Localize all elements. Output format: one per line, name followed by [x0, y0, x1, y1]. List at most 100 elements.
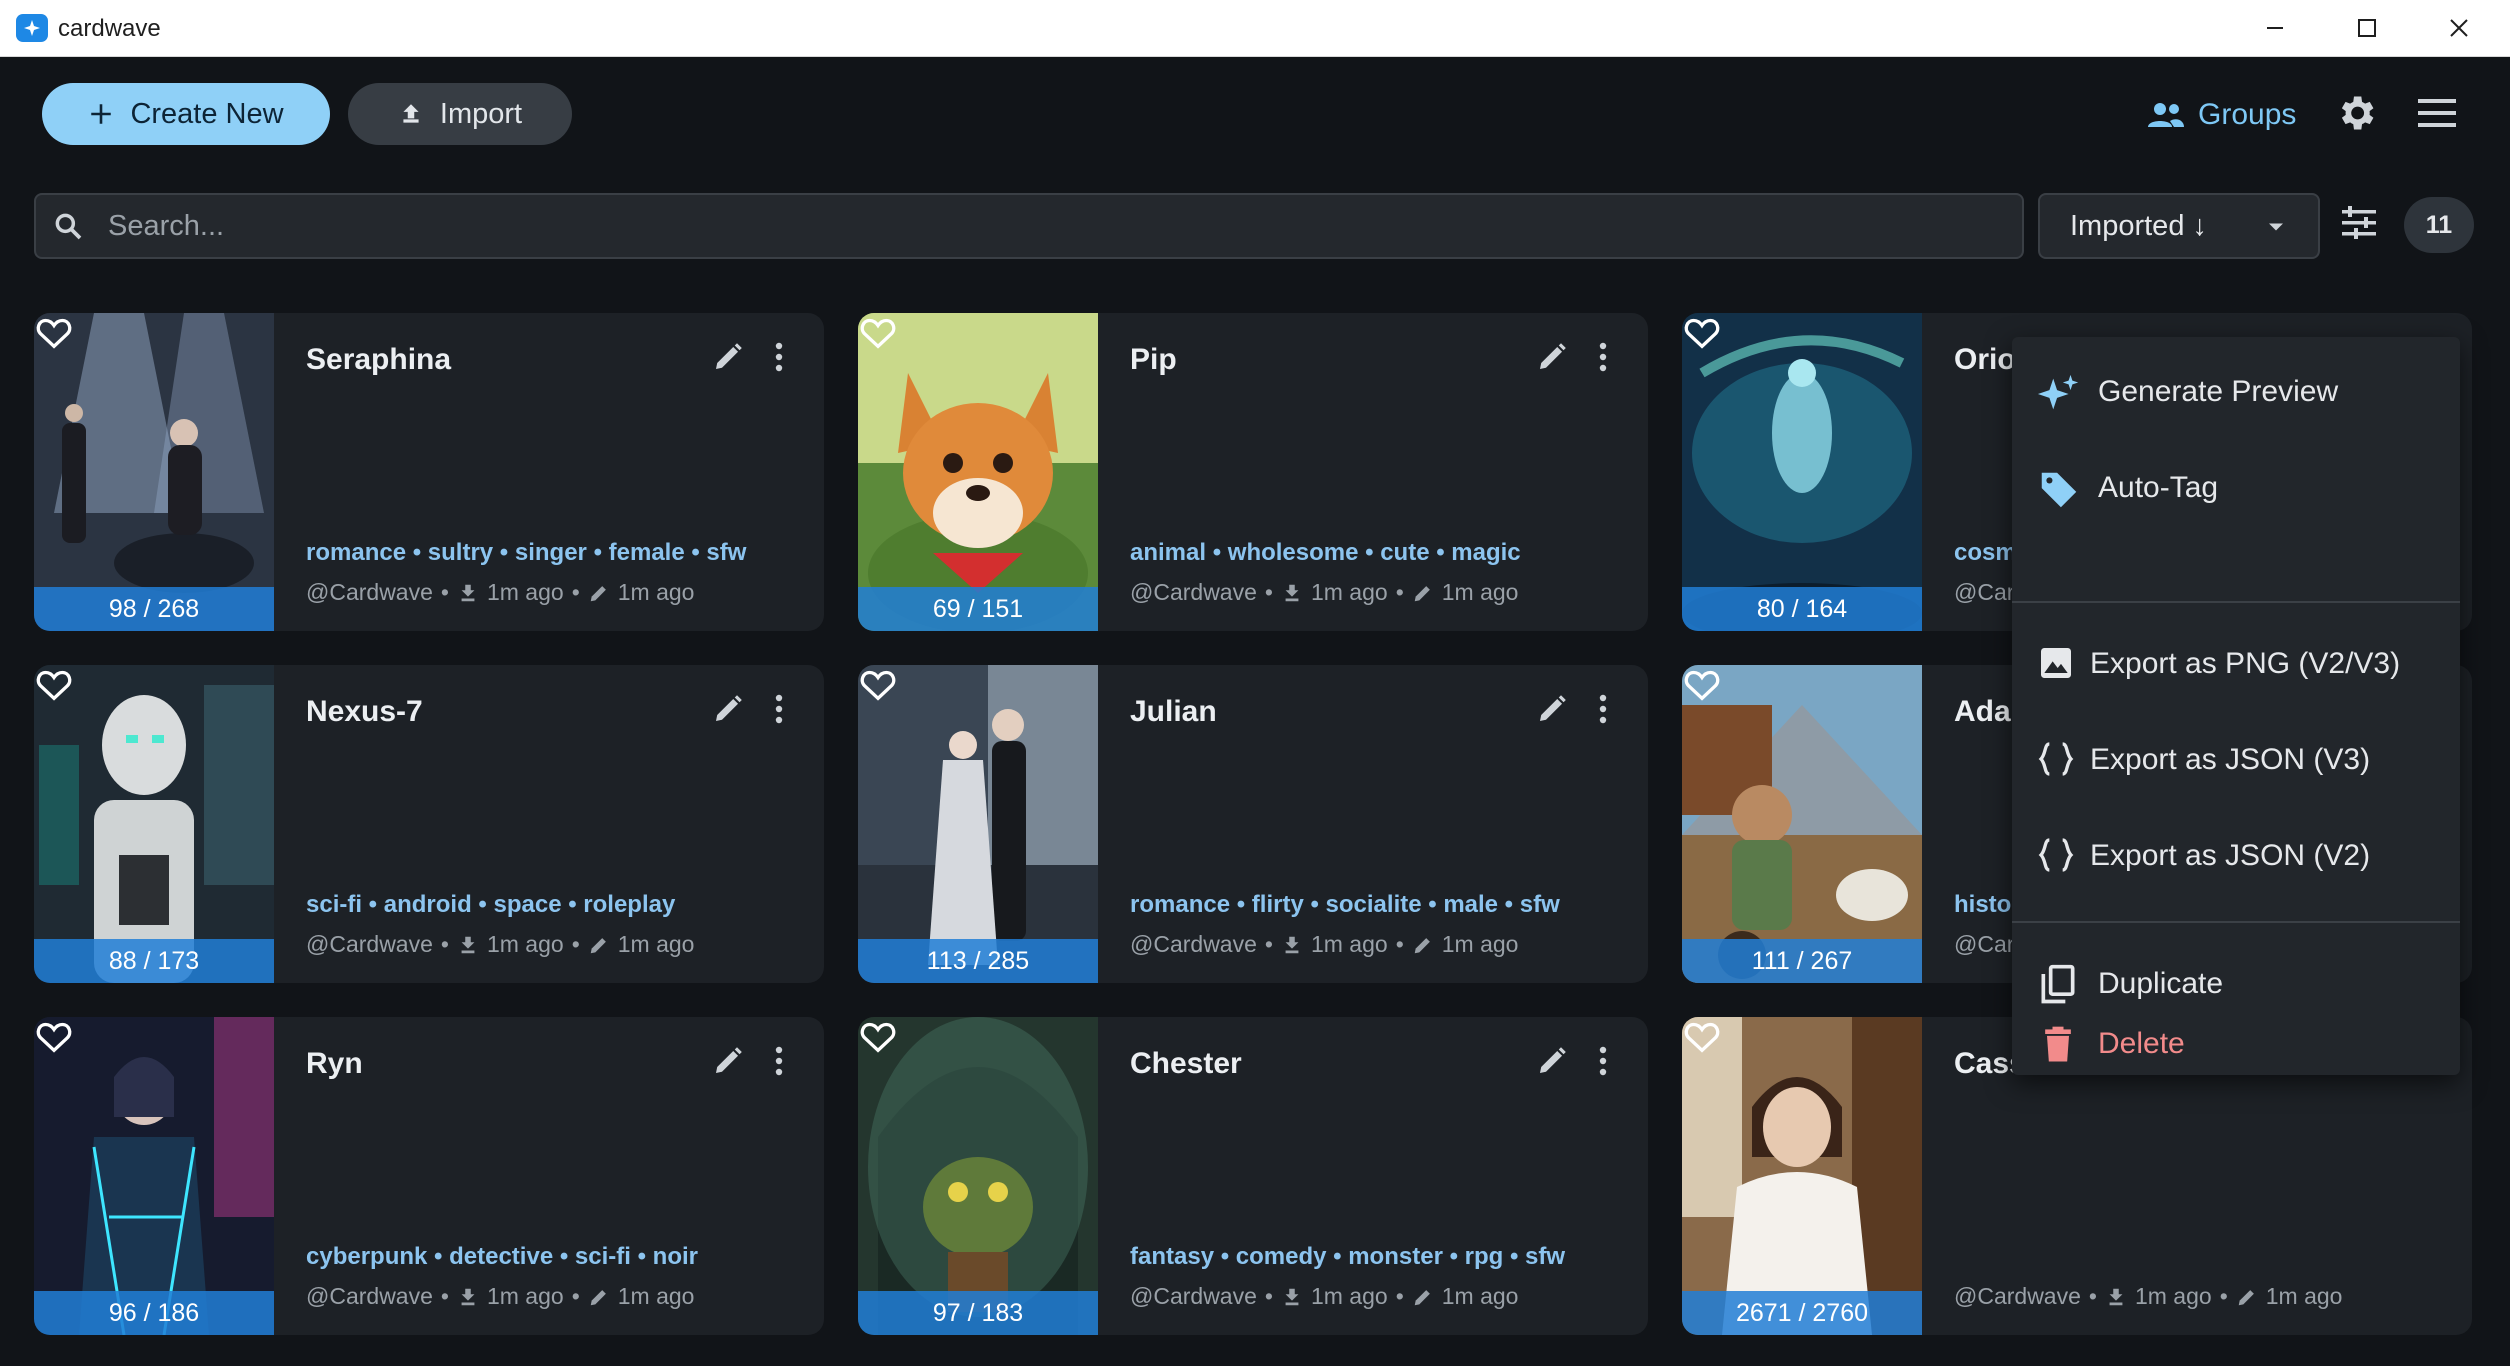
download-icon [2109, 1288, 2123, 1305]
card-author: @Car [1954, 579, 2015, 605]
card-image [858, 313, 1098, 631]
favorite-heart-icon[interactable] [34, 1017, 74, 1057]
groups-icon [2148, 103, 2184, 127]
favorite-heart-icon[interactable] [34, 665, 74, 705]
card-image [34, 665, 274, 983]
favorite-heart-icon[interactable] [858, 313, 898, 353]
favorite-heart-icon[interactable] [858, 1017, 898, 1057]
menu-item-export-json-v3[interactable]: Export as JSON (V3) [2012, 713, 2460, 809]
more-vert-icon[interactable] [772, 691, 786, 727]
edit-pencil-icon[interactable] [1534, 691, 1570, 727]
separator: • [1264, 1283, 1273, 1309]
more-vert-icon[interactable] [772, 1043, 786, 1079]
card-author: @Cardwave [306, 931, 433, 957]
card-tags: animal • wholesome • cute • magic [1130, 539, 1521, 566]
separator: • [571, 579, 580, 605]
menu-item-export-png[interactable]: Export as PNG (V2/V3) [2012, 617, 2460, 713]
app-main: Create New Import Groups Imported ↓ 11 [0, 57, 2510, 1366]
favorite-heart-icon[interactable] [1682, 313, 1722, 353]
character-card[interactable]: 113 / 285 Julian romance • flirty • soci… [858, 665, 1648, 983]
token-count: 111 / 267 [1682, 939, 1922, 983]
card-thumbnail[interactable]: 97 / 183 [858, 1017, 1098, 1335]
maximize-button[interactable] [2322, 0, 2412, 56]
token-count: 96 / 186 [34, 1291, 274, 1335]
character-card[interactable]: 96 / 186 Ryn cyberpunk • detective • sci… [34, 1017, 824, 1335]
card-downloaded: 1m ago [486, 579, 564, 605]
token-count: 97 / 183 [858, 1291, 1098, 1335]
pencil-icon [1414, 585, 1430, 601]
card-edited: 1m ago [1441, 1283, 1519, 1309]
card-edited: 1m ago [1441, 931, 1519, 957]
card-edited: 1m ago [2265, 1283, 2343, 1309]
pencil-icon [590, 937, 606, 953]
more-vert-icon[interactable] [1596, 691, 1610, 727]
favorite-heart-icon[interactable] [34, 313, 74, 353]
card-thumbnail[interactable]: 98 / 268 [34, 313, 274, 631]
edit-pencil-icon[interactable] [1534, 339, 1570, 375]
token-count: 98 / 268 [34, 587, 274, 631]
menu-item-generate-preview[interactable]: Generate Preview [2012, 345, 2460, 441]
card-author: @Cardwave [1130, 579, 1257, 605]
more-vert-icon[interactable] [1596, 1043, 1610, 1079]
separator: • [2088, 1283, 2097, 1309]
card-thumbnail[interactable]: 80 / 164 [1682, 313, 1922, 631]
card-thumbnail[interactable]: 113 / 285 [858, 665, 1098, 983]
card-downloaded: 1m ago [1310, 931, 1388, 957]
hamburger-menu-icon[interactable] [2416, 95, 2458, 131]
copy-icon [2041, 964, 2075, 1004]
card-meta: @Cardwave • 1m ago • 1m ago [1954, 1283, 2342, 1310]
card-thumbnail[interactable]: 96 / 186 [34, 1017, 274, 1335]
card-name: Ada [1954, 695, 2011, 728]
window-title: cardwave [58, 15, 161, 42]
card-author: @Cardwave [1130, 931, 1257, 957]
chevron-down-icon [2269, 223, 2283, 231]
gear-icon[interactable] [2334, 91, 2378, 135]
more-vert-icon[interactable] [1596, 339, 1610, 375]
character-card[interactable]: 69 / 151 Pip animal • wholesome • cute •… [858, 313, 1648, 631]
card-edited: 1m ago [617, 1283, 695, 1309]
download-icon [461, 1288, 475, 1305]
favorite-heart-icon[interactable] [858, 665, 898, 705]
card-author: @Cardwave [306, 579, 433, 605]
window-titlebar: cardwave [0, 0, 2510, 57]
card-thumbnail[interactable]: 69 / 151 [858, 313, 1098, 631]
character-card[interactable]: 88 / 173 Nexus-7 sci-fi • android • spac… [34, 665, 824, 983]
card-thumbnail[interactable]: 111 / 267 [1682, 665, 1922, 983]
create-new-label: Create New [130, 97, 284, 130]
create-new-button[interactable]: Create New [42, 83, 330, 145]
favorite-heart-icon[interactable] [1682, 1017, 1722, 1057]
add-icon [91, 104, 112, 124]
card-name: Julian [1130, 695, 1217, 728]
minimize-button[interactable] [2230, 0, 2320, 56]
more-vert-icon[interactable] [772, 339, 786, 375]
card-name: Seraphina [306, 343, 452, 376]
close-window-button[interactable] [2414, 0, 2504, 56]
edit-pencil-icon[interactable] [710, 691, 746, 727]
card-context-menu: Generate Preview Auto-Tag Export as PNG … [2012, 337, 2460, 1075]
minimize-icon [2267, 27, 2283, 29]
groups-button[interactable]: Groups [2146, 93, 2296, 137]
edit-pencil-icon[interactable] [1534, 1043, 1570, 1079]
card-count-badge[interactable]: 11 [2404, 197, 2474, 253]
download-icon [1285, 584, 1299, 601]
token-count: 69 / 151 [858, 587, 1098, 631]
favorite-heart-icon[interactable] [1682, 665, 1722, 705]
card-thumbnail[interactable]: 2671 / 2760 [1682, 1017, 1922, 1335]
character-card[interactable]: 97 / 183 Chester fantasy • comedy • mons… [858, 1017, 1648, 1335]
card-image [34, 1017, 274, 1335]
card-downloaded: 1m ago [486, 931, 564, 957]
close-icon [2450, 19, 2468, 37]
edit-pencil-icon[interactable] [710, 339, 746, 375]
character-card[interactable]: 98 / 268 Seraphina romance • sultry • si… [34, 313, 824, 631]
filter-tune-icon[interactable] [2340, 205, 2378, 241]
sort-select[interactable]: Imported ↓ [2038, 193, 2320, 259]
card-thumbnail[interactable]: 88 / 173 [34, 665, 274, 983]
braces-icon [2038, 742, 2074, 776]
edit-pencil-icon[interactable] [710, 1043, 746, 1079]
search-input[interactable] [106, 203, 1990, 249]
import-button[interactable]: Import [348, 83, 572, 145]
menu-item-delete[interactable]: Delete [2012, 1017, 2460, 1073]
image-icon [2041, 648, 2071, 678]
menu-item-export-json-v2[interactable]: Export as JSON (V2) [2012, 809, 2460, 905]
menu-item-auto-tag[interactable]: Auto-Tag [2012, 441, 2460, 537]
